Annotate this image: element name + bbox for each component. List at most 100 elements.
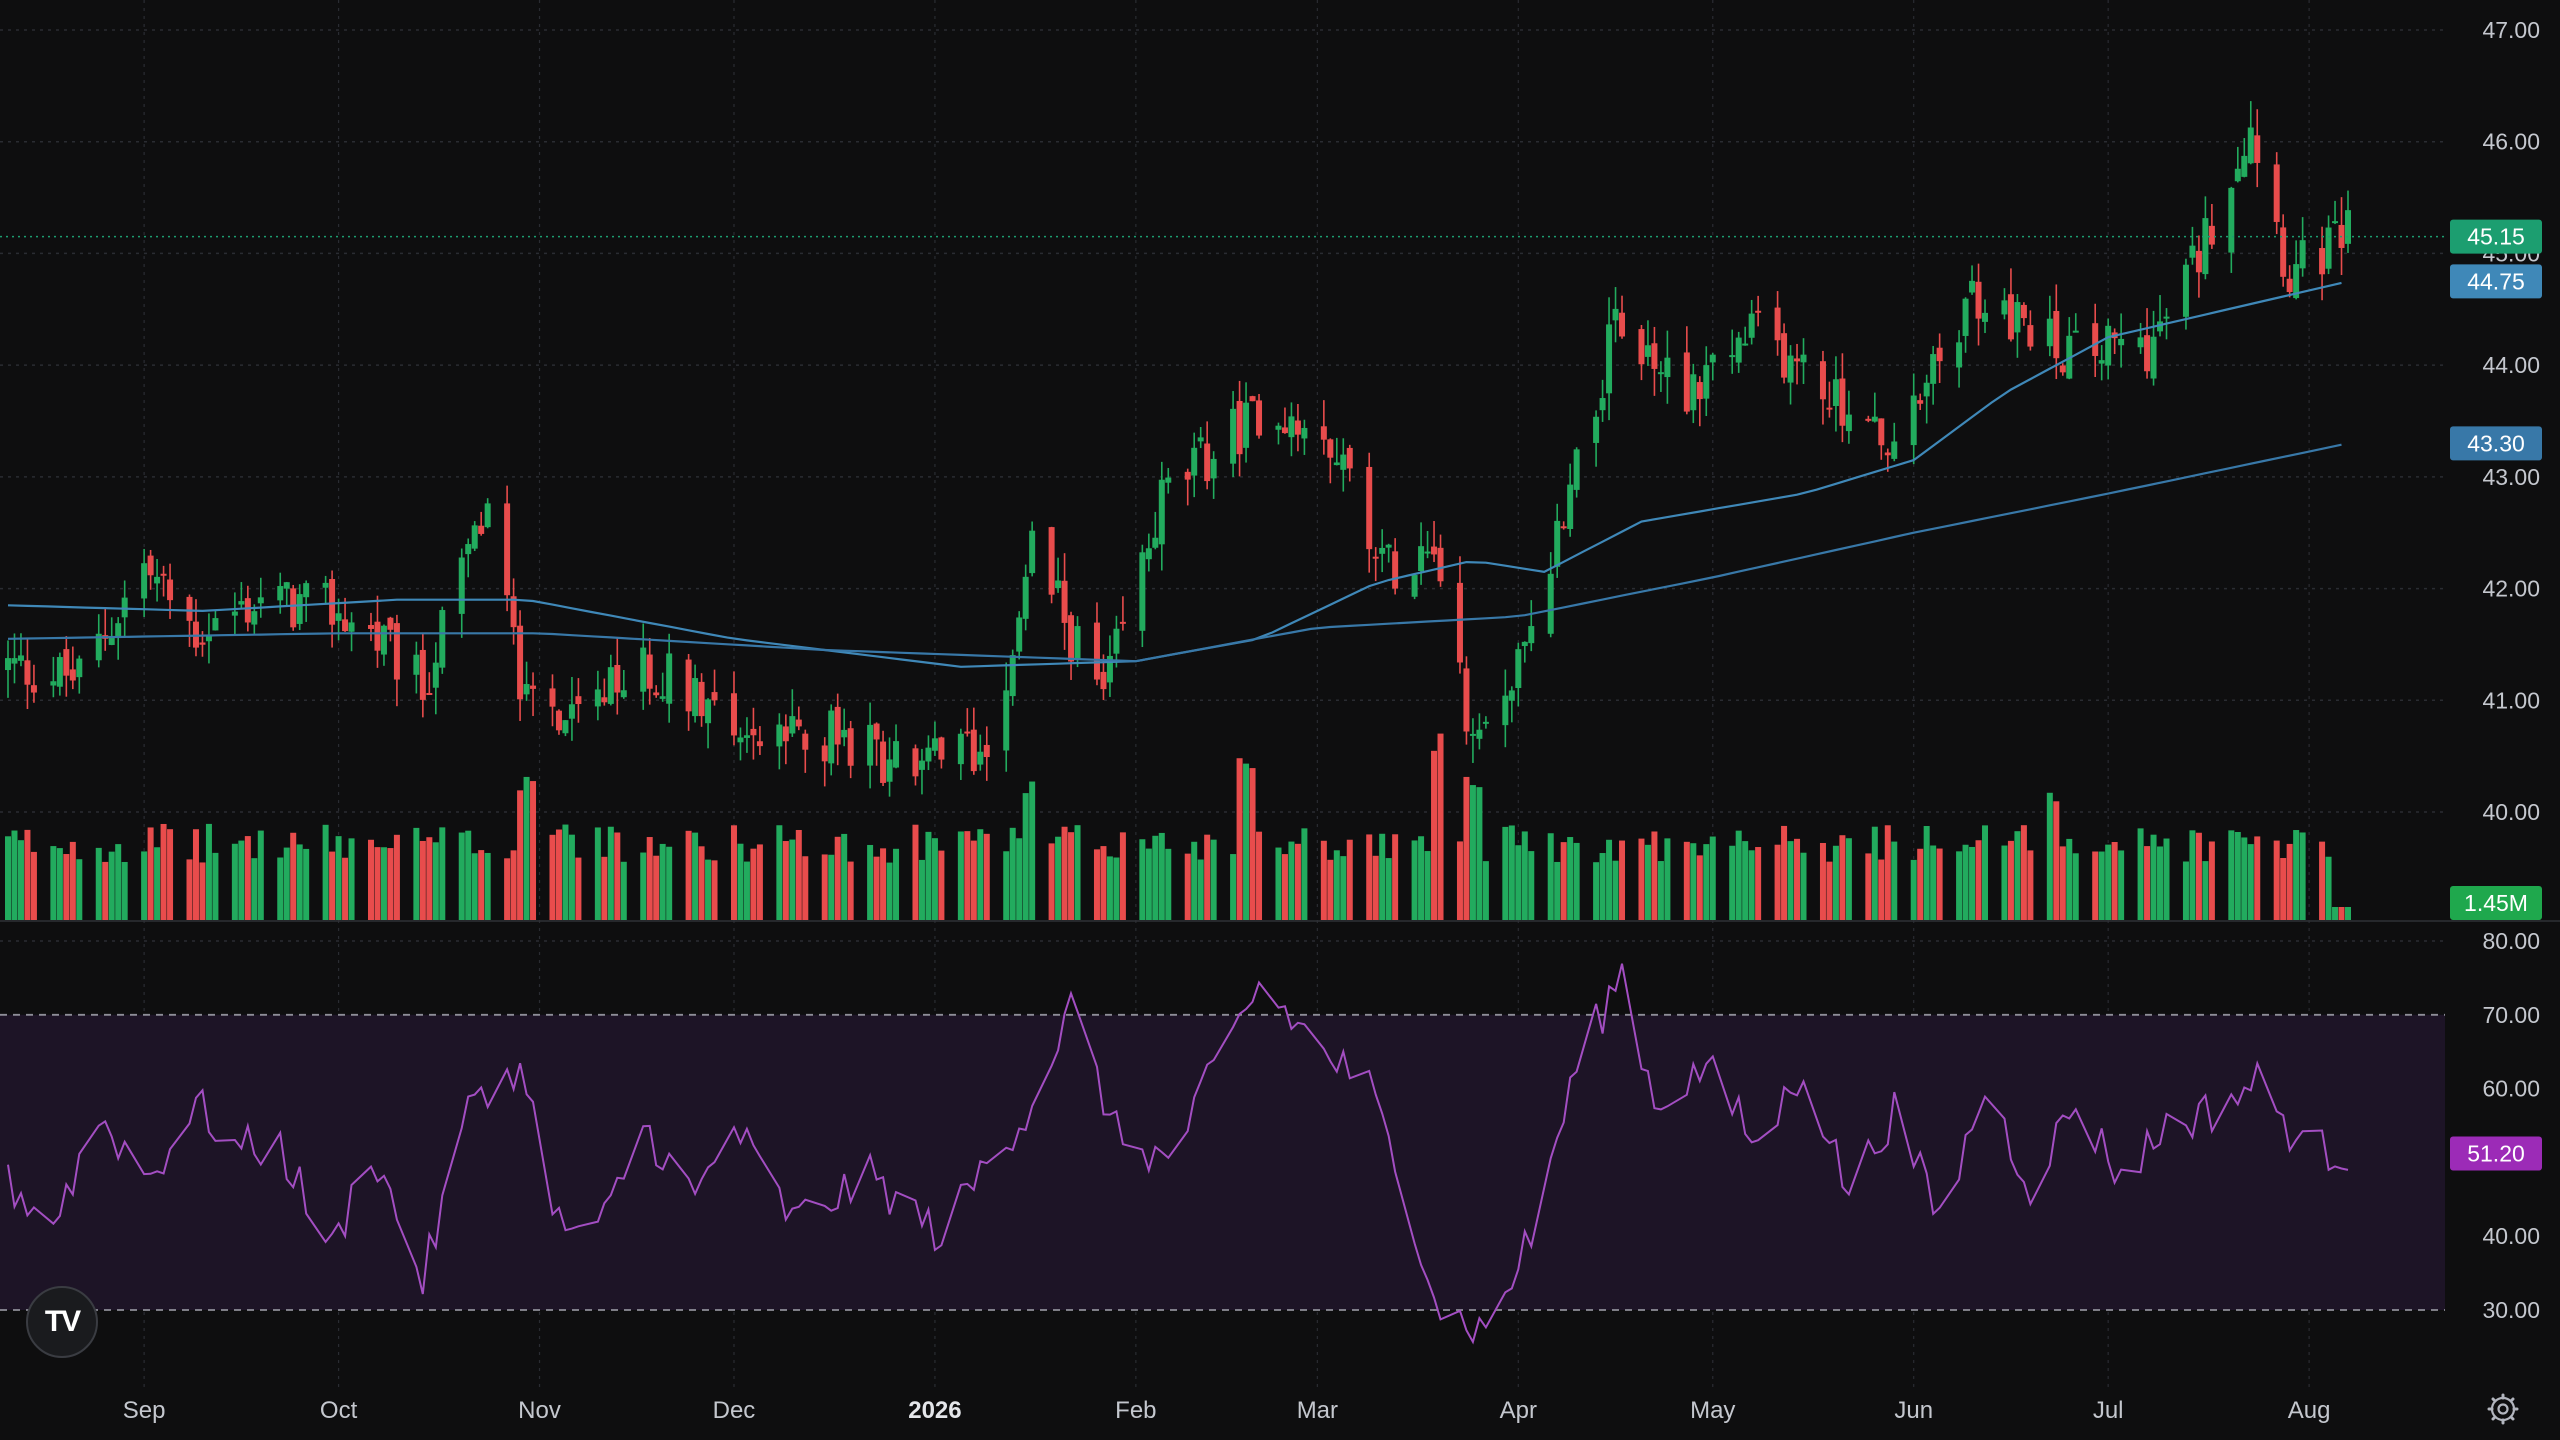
volume-bar <box>1755 847 1762 920</box>
volume-bar <box>620 861 627 920</box>
volume-bar <box>1930 845 1937 920</box>
volume-bar <box>912 824 919 920</box>
time-axis-tick: 2026 <box>908 1397 961 1424</box>
candle-body <box>893 741 900 768</box>
candle-body <box>1327 439 1334 458</box>
volume-bar <box>711 860 718 920</box>
volume-bar <box>1923 826 1930 920</box>
candle-body <box>1606 324 1613 394</box>
volume-bar <box>1243 763 1250 920</box>
volume-bar <box>918 859 925 920</box>
tradingview-logo[interactable]: TV <box>26 1286 98 1358</box>
candle-body <box>2234 168 2241 182</box>
gear-icon[interactable] <box>2486 1392 2520 1426</box>
volume-bar <box>160 823 167 920</box>
candle-body <box>1573 449 1580 490</box>
candle-body <box>1463 668 1470 732</box>
volume-bar <box>2338 907 2345 920</box>
candle-body <box>730 693 737 736</box>
price-axis: 40.0041.0042.0043.0044.0045.0046.0047.00… <box>2482 17 2540 1323</box>
volume-bar <box>2105 844 2112 920</box>
candle-body <box>2150 336 2157 379</box>
volume-bar <box>1845 838 1852 920</box>
candle-body <box>290 588 297 628</box>
candle-body <box>413 654 420 675</box>
candle-body <box>1515 649 1522 689</box>
candle-body <box>2163 316 2170 319</box>
candle-body <box>1969 280 1976 293</box>
candle-body <box>1917 400 1924 404</box>
volume-bar <box>873 856 880 920</box>
candle-body <box>205 636 212 642</box>
candle-body <box>1301 427 1308 439</box>
candle-body <box>419 649 426 700</box>
time-axis-tick: Mar <box>1297 1397 1338 1424</box>
volume-bar <box>1884 825 1891 920</box>
volume-bar <box>212 852 219 920</box>
volume-bar <box>465 830 472 920</box>
volume-bar <box>2247 844 2254 920</box>
time-axis: Sep Oct Nov Dec 2026 Feb Mar Apr May Jun Jul Aug <box>123 1397 2331 1424</box>
volume-bar <box>1333 850 1340 920</box>
candle-body <box>1392 551 1399 589</box>
candle-body <box>795 719 802 727</box>
volume-bar <box>925 831 932 920</box>
candle-body <box>147 555 154 576</box>
candle-body <box>1340 454 1347 470</box>
candle-body <box>2273 164 2280 222</box>
candle-body <box>2092 323 2099 356</box>
volume-bar <box>549 834 556 920</box>
volume-badge: 1.45M <box>2464 890 2528 916</box>
candle-body <box>374 621 381 651</box>
candle-body <box>1593 416 1600 443</box>
candle-body <box>620 690 627 698</box>
candle-body <box>1521 641 1528 647</box>
volume-bar <box>756 844 763 920</box>
volume-bar <box>594 827 601 920</box>
candle-body <box>2027 325 2034 347</box>
volume-bar <box>1735 830 1742 920</box>
ma50-badge: 44.75 <box>2467 268 2525 294</box>
candle-body <box>1431 546 1438 555</box>
volume-bar <box>2325 856 2332 920</box>
candle-body <box>1839 378 1846 426</box>
volume-bar <box>1411 840 1418 920</box>
time-axis-tick: Oct <box>320 1397 358 1424</box>
volume-bar <box>1891 841 1898 920</box>
candle-body <box>886 759 893 782</box>
volume-bar <box>789 839 796 920</box>
volume-bar <box>1048 843 1055 920</box>
volume-bar <box>102 861 109 920</box>
candle-body <box>471 525 478 549</box>
volume-bar <box>666 846 673 920</box>
volume-bar <box>141 851 148 920</box>
volume-bar <box>1573 842 1580 920</box>
candle-body <box>1113 628 1120 654</box>
volume-bar <box>1346 839 1353 920</box>
volume-bar <box>555 829 562 920</box>
volume-bar <box>1593 862 1600 920</box>
candle-body <box>2228 187 2235 253</box>
candle-body <box>1437 547 1444 582</box>
volume-bar <box>1022 793 1029 920</box>
candle-body <box>432 662 439 688</box>
volume-bar <box>1385 858 1392 920</box>
rsi-axis-tick: 40.00 <box>2482 1223 2540 1249</box>
time-axis-tick: May <box>1690 1397 1735 1424</box>
candle-body <box>646 654 653 689</box>
candle-body <box>115 623 122 638</box>
volume-bar <box>705 859 712 920</box>
volume-bar <box>530 781 537 920</box>
volume-bar <box>1379 833 1386 920</box>
candle-body <box>504 503 511 596</box>
volume-bar <box>11 830 18 920</box>
candle-body <box>1690 374 1697 411</box>
volume-bar <box>1787 841 1794 920</box>
volume-bar <box>2046 792 2053 920</box>
volume-bar <box>1703 844 1710 920</box>
candle-body <box>1975 281 1982 319</box>
candle-body <box>756 741 763 747</box>
volume-bar <box>1962 844 1969 920</box>
candle-body <box>1956 342 1963 368</box>
chart-canvas[interactable]: 40.0041.0042.0043.0044.0045.0046.0047.00… <box>0 0 2560 1440</box>
